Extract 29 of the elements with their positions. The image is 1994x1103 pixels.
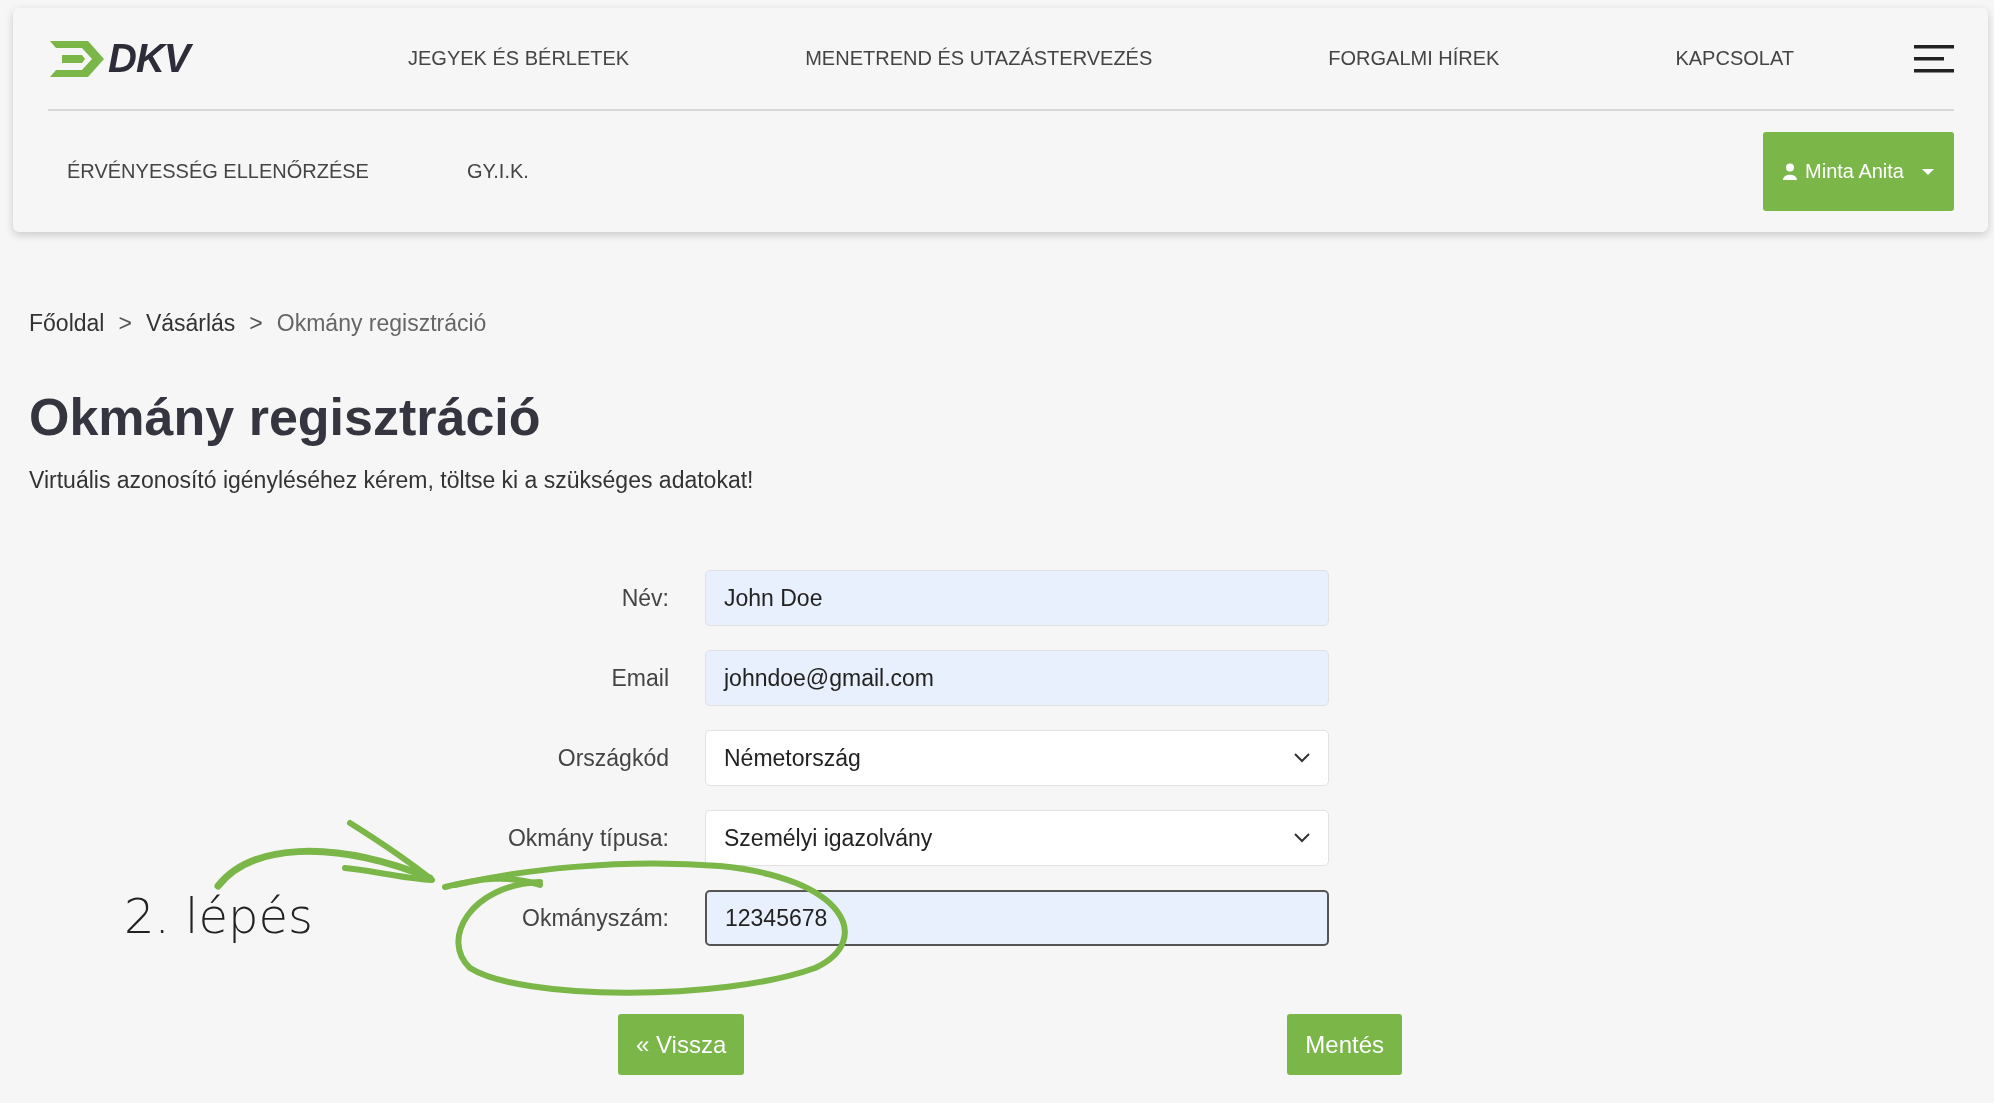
input-field[interactable]: johndoe@gmail.com bbox=[705, 650, 1329, 706]
nav-link[interactable]: MENETREND ÉS UTAZÁSTERVEZÉS bbox=[805, 47, 1153, 70]
field-label: Okmányszám: bbox=[522, 904, 669, 932]
page-title: Okmány regisztráció bbox=[29, 387, 542, 447]
annotation-text: 2. lépés bbox=[124, 888, 313, 944]
breadcrumb-separator: > bbox=[249, 310, 263, 337]
caret-icon bbox=[1922, 168, 1934, 175]
nav-link[interactable]: ÉRVÉNYESSÉG ELLENŐRZÉSE bbox=[67, 160, 369, 183]
field-label: Email bbox=[611, 664, 669, 692]
menu-icon[interactable] bbox=[1914, 43, 1954, 74]
breadcrumb-separator: > bbox=[118, 310, 132, 337]
select-field[interactable]: Személyi igazolvány bbox=[705, 810, 1329, 866]
select-field[interactable]: Németország bbox=[705, 730, 1329, 786]
field-label: Okmány típusa: bbox=[507, 824, 669, 852]
field-label: Országkód bbox=[557, 744, 669, 772]
nav-link[interactable]: GY.I.K. bbox=[466, 160, 529, 183]
nav-link[interactable]: KAPCSOLAT bbox=[1675, 47, 1794, 70]
nav-link[interactable]: JEGYEK ÉS BÉRLETEK bbox=[408, 47, 630, 70]
breadcrumb-link[interactable]: Főoldal bbox=[29, 310, 105, 337]
input-field[interactable]: John Doe bbox=[705, 570, 1329, 626]
nav-link[interactable]: FORGALMI HÍREK bbox=[1328, 47, 1500, 70]
input-field[interactable]: 12345678 bbox=[705, 890, 1329, 946]
page-subtitle: Virtuális azonosító igényléséhez kérem, töltse ki a szükséges adatokat! bbox=[29, 467, 755, 494]
user-icon bbox=[1783, 163, 1798, 180]
breadcrumb-link[interactable]: Okmány regisztráció bbox=[276, 310, 487, 337]
chevron-down-icon bbox=[1294, 753, 1310, 763]
field-label: Név: bbox=[621, 584, 669, 612]
chevron-down-icon bbox=[1294, 833, 1310, 843]
breadcrumb-link[interactable]: Vásárlás bbox=[145, 310, 236, 337]
